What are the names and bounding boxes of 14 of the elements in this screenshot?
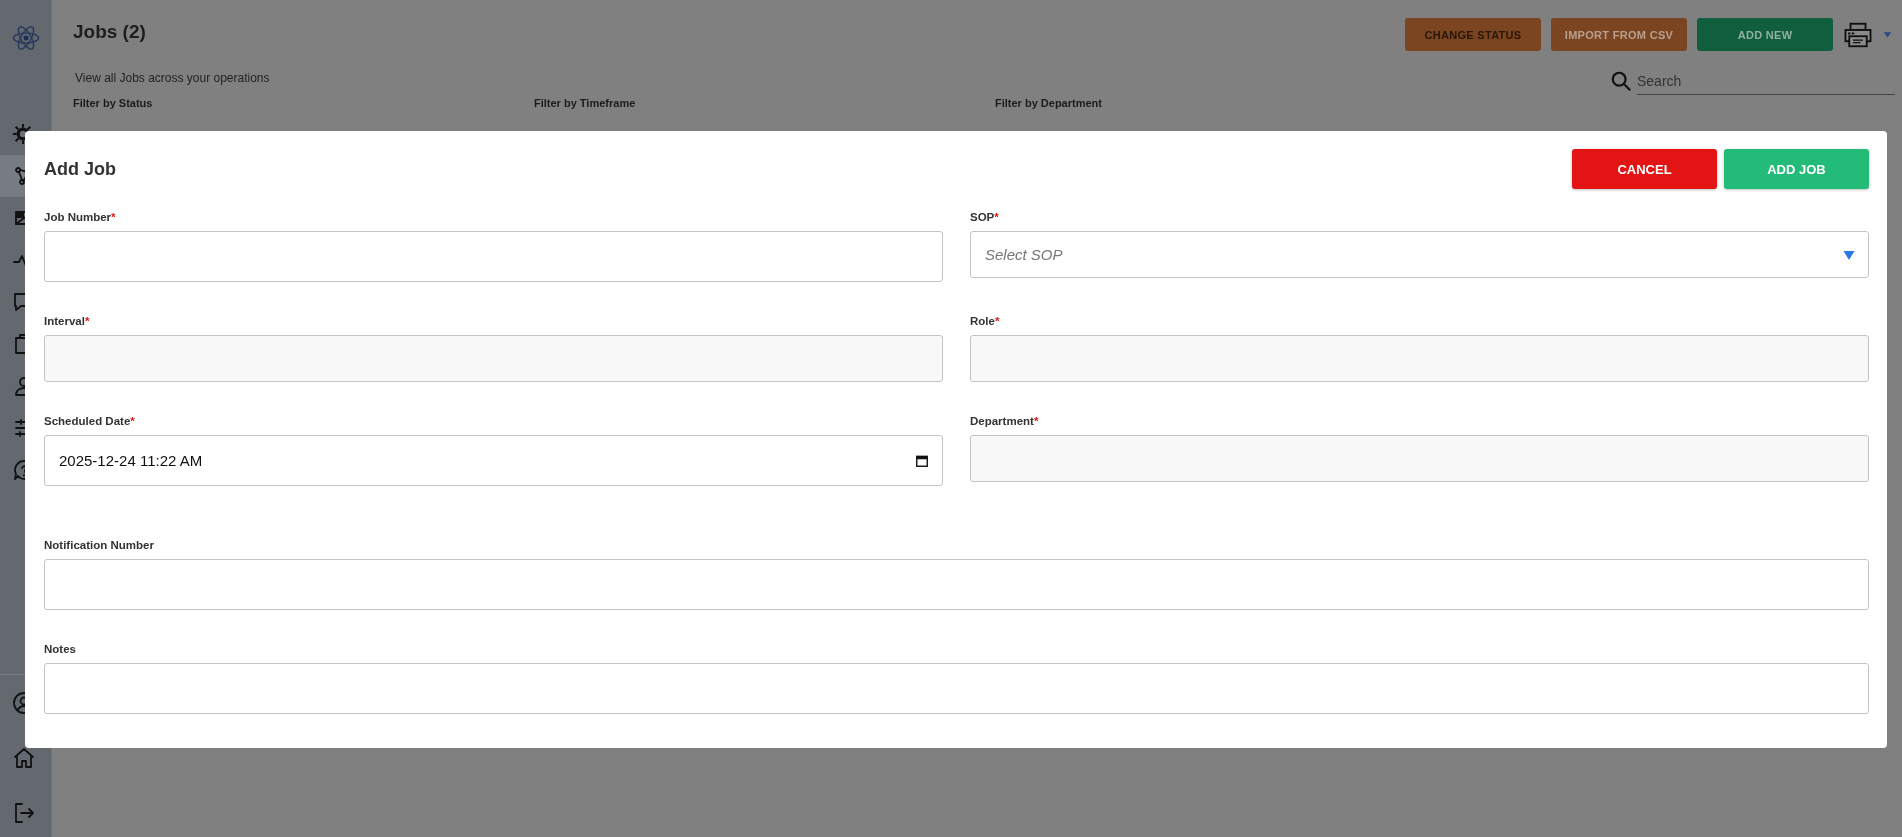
field-label: Interval* — [44, 315, 91, 327]
field-label: Notes — [44, 643, 77, 655]
field-label: Scheduled Date* — [44, 415, 136, 427]
field-label: SOP* — [970, 211, 1000, 223]
field-label: Job Number* — [44, 211, 117, 223]
filter-label: Filter by Status — [73, 97, 154, 109]
filter-label: Filter by Department — [995, 97, 1103, 109]
field-label: Role* — [970, 315, 1001, 327]
dialog-title: Add Job — [44, 158, 116, 180]
field-label: Notification Number — [44, 539, 155, 551]
page-title: Jobs (2) — [73, 21, 147, 43]
page-subtitle: View all Jobs across your operations — [75, 71, 270, 85]
field-label: Department* — [970, 415, 1040, 427]
filter-label: Filter by Timeframe — [534, 97, 637, 109]
